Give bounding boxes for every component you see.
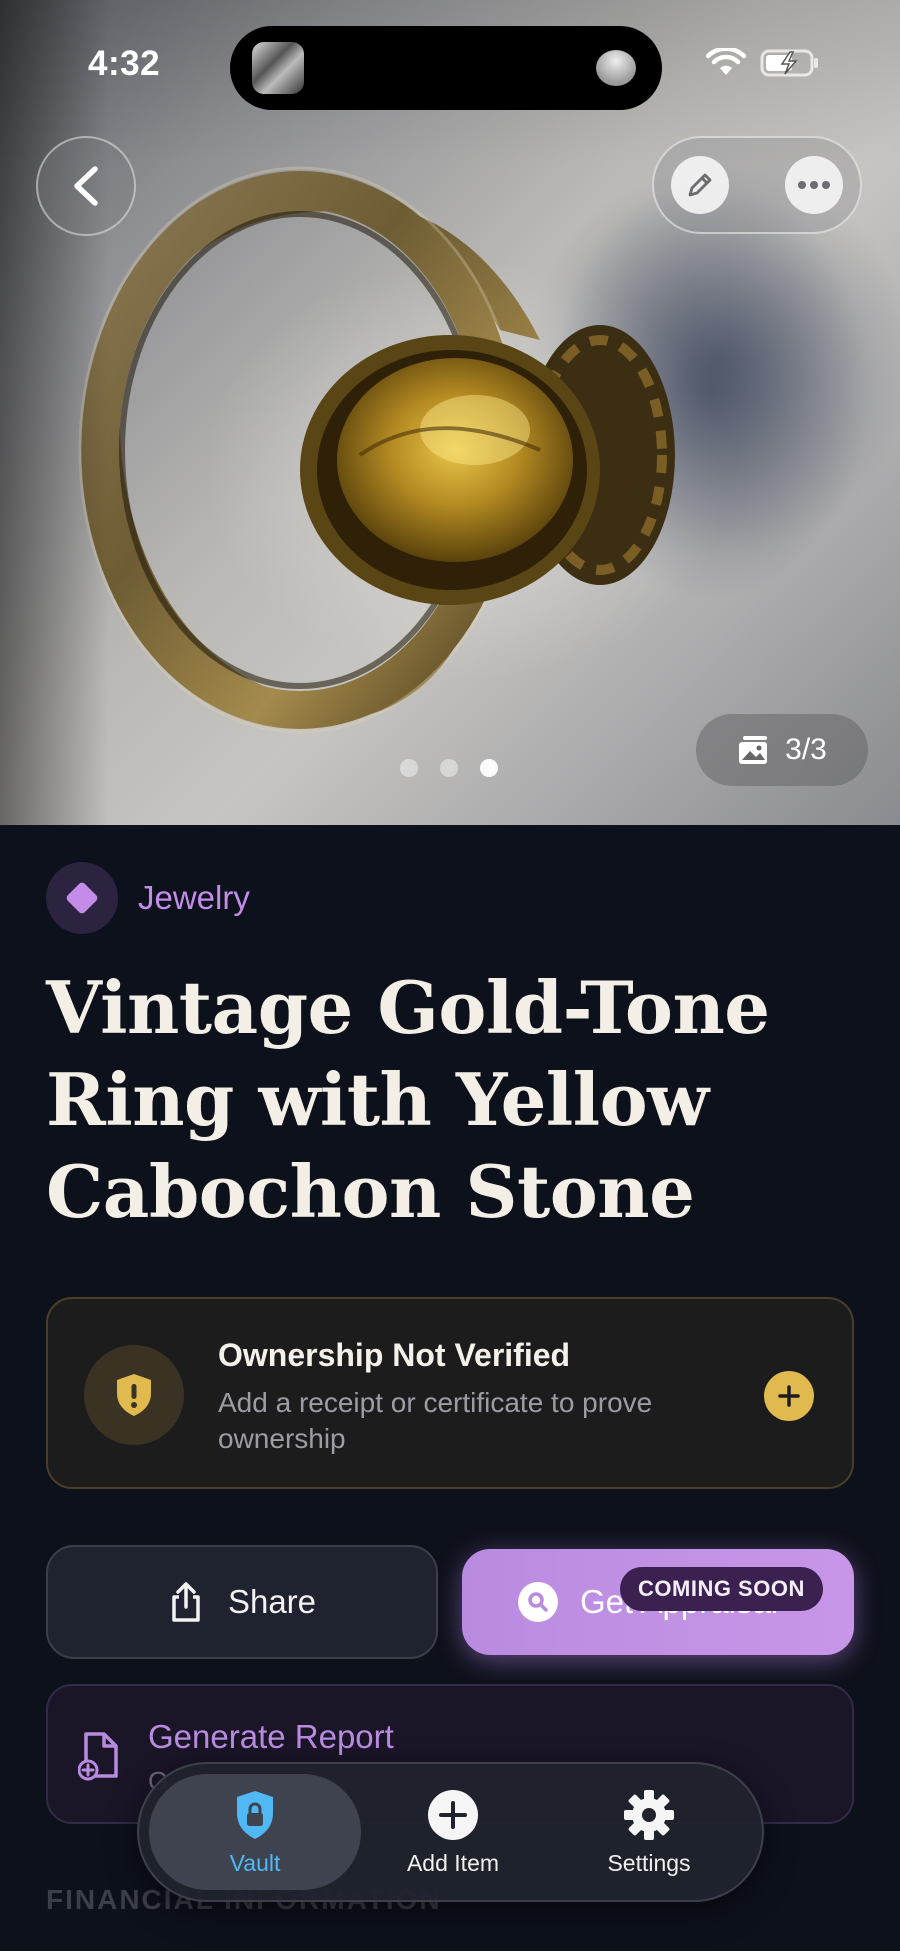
edit-button[interactable] [671, 156, 729, 214]
island-indicator [596, 50, 636, 86]
tab-settings[interactable]: Settings [559, 1774, 739, 1890]
ownership-badge [84, 1345, 184, 1445]
appraisal-search-icon [518, 1582, 558, 1622]
wifi-icon [706, 48, 746, 75]
tab-add-item-label: Add Item [406, 1849, 500, 1876]
lock-shield-icon [228, 1788, 282, 1842]
tab-add-item[interactable]: Add Item [363, 1774, 543, 1890]
gear-icon [622, 1788, 676, 1842]
page-dot-active[interactable] [480, 759, 498, 777]
chevron-left-icon [74, 166, 98, 206]
diamond-icon [66, 882, 98, 914]
plus-circle-icon [426, 1788, 480, 1842]
ownership-warning-card[interactable]: Ownership Not Verified Add a receipt or … [46, 1297, 854, 1489]
status-icons [706, 48, 820, 78]
coming-soon-badge: COMING SOON [620, 1567, 823, 1611]
document-add-icon [78, 1732, 118, 1781]
item-title-line: Cabochon Stone [46, 1149, 695, 1234]
photo-counter-text: 3/3 [785, 733, 827, 766]
pencil-icon [688, 173, 712, 197]
item-actions-pill [652, 136, 862, 234]
tab-settings-label: Settings [607, 1849, 691, 1876]
category-label: Jewelry [138, 879, 250, 916]
item-title-line: Ring with Yellow [46, 1057, 709, 1142]
photo-page-indicator[interactable] [400, 759, 498, 777]
add-proof-button[interactable] [764, 1371, 814, 1421]
gallery-icon [739, 736, 768, 764]
report-title: Generate Report [148, 1718, 394, 1755]
ownership-subtitle: Add a receipt or certificate to prove ow… [218, 1387, 653, 1454]
item-photo[interactable]: 4:32 3/3 [0, 0, 900, 825]
share-icon [172, 1582, 200, 1622]
dynamic-island [230, 26, 662, 110]
status-time: 4:32 [88, 44, 161, 83]
share-button[interactable]: Share [46, 1545, 438, 1659]
now-playing-thumbnail [252, 42, 304, 94]
more-options-button[interactable] [785, 156, 843, 214]
page-dot[interactable] [440, 759, 458, 777]
category-badge [46, 862, 118, 934]
ellipsis-icon [798, 181, 830, 189]
back-button[interactable] [36, 136, 136, 236]
photo-counter-button[interactable]: 3/3 [696, 714, 868, 786]
tab-bar: Vault Add Item Settings [137, 1762, 764, 1902]
photo-vignette [0, 0, 900, 825]
category-chip: Jewelry [46, 862, 250, 934]
ownership-title: Ownership Not Verified [218, 1337, 571, 1373]
item-title-line: Vintage Gold-Tone [46, 965, 770, 1050]
tab-vault-label: Vault [229, 1849, 281, 1876]
shield-exclamation-icon [117, 1374, 151, 1416]
tab-vault[interactable]: Vault [149, 1774, 361, 1890]
share-label: Share [227, 1583, 317, 1620]
item-title: Vintage Gold-Tone Ring with Yellow Caboc… [46, 962, 866, 1238]
battery-charging-icon [760, 49, 818, 77]
plus-icon [778, 1385, 800, 1407]
magnifier-icon [528, 1592, 548, 1612]
page-dot[interactable] [400, 759, 418, 777]
